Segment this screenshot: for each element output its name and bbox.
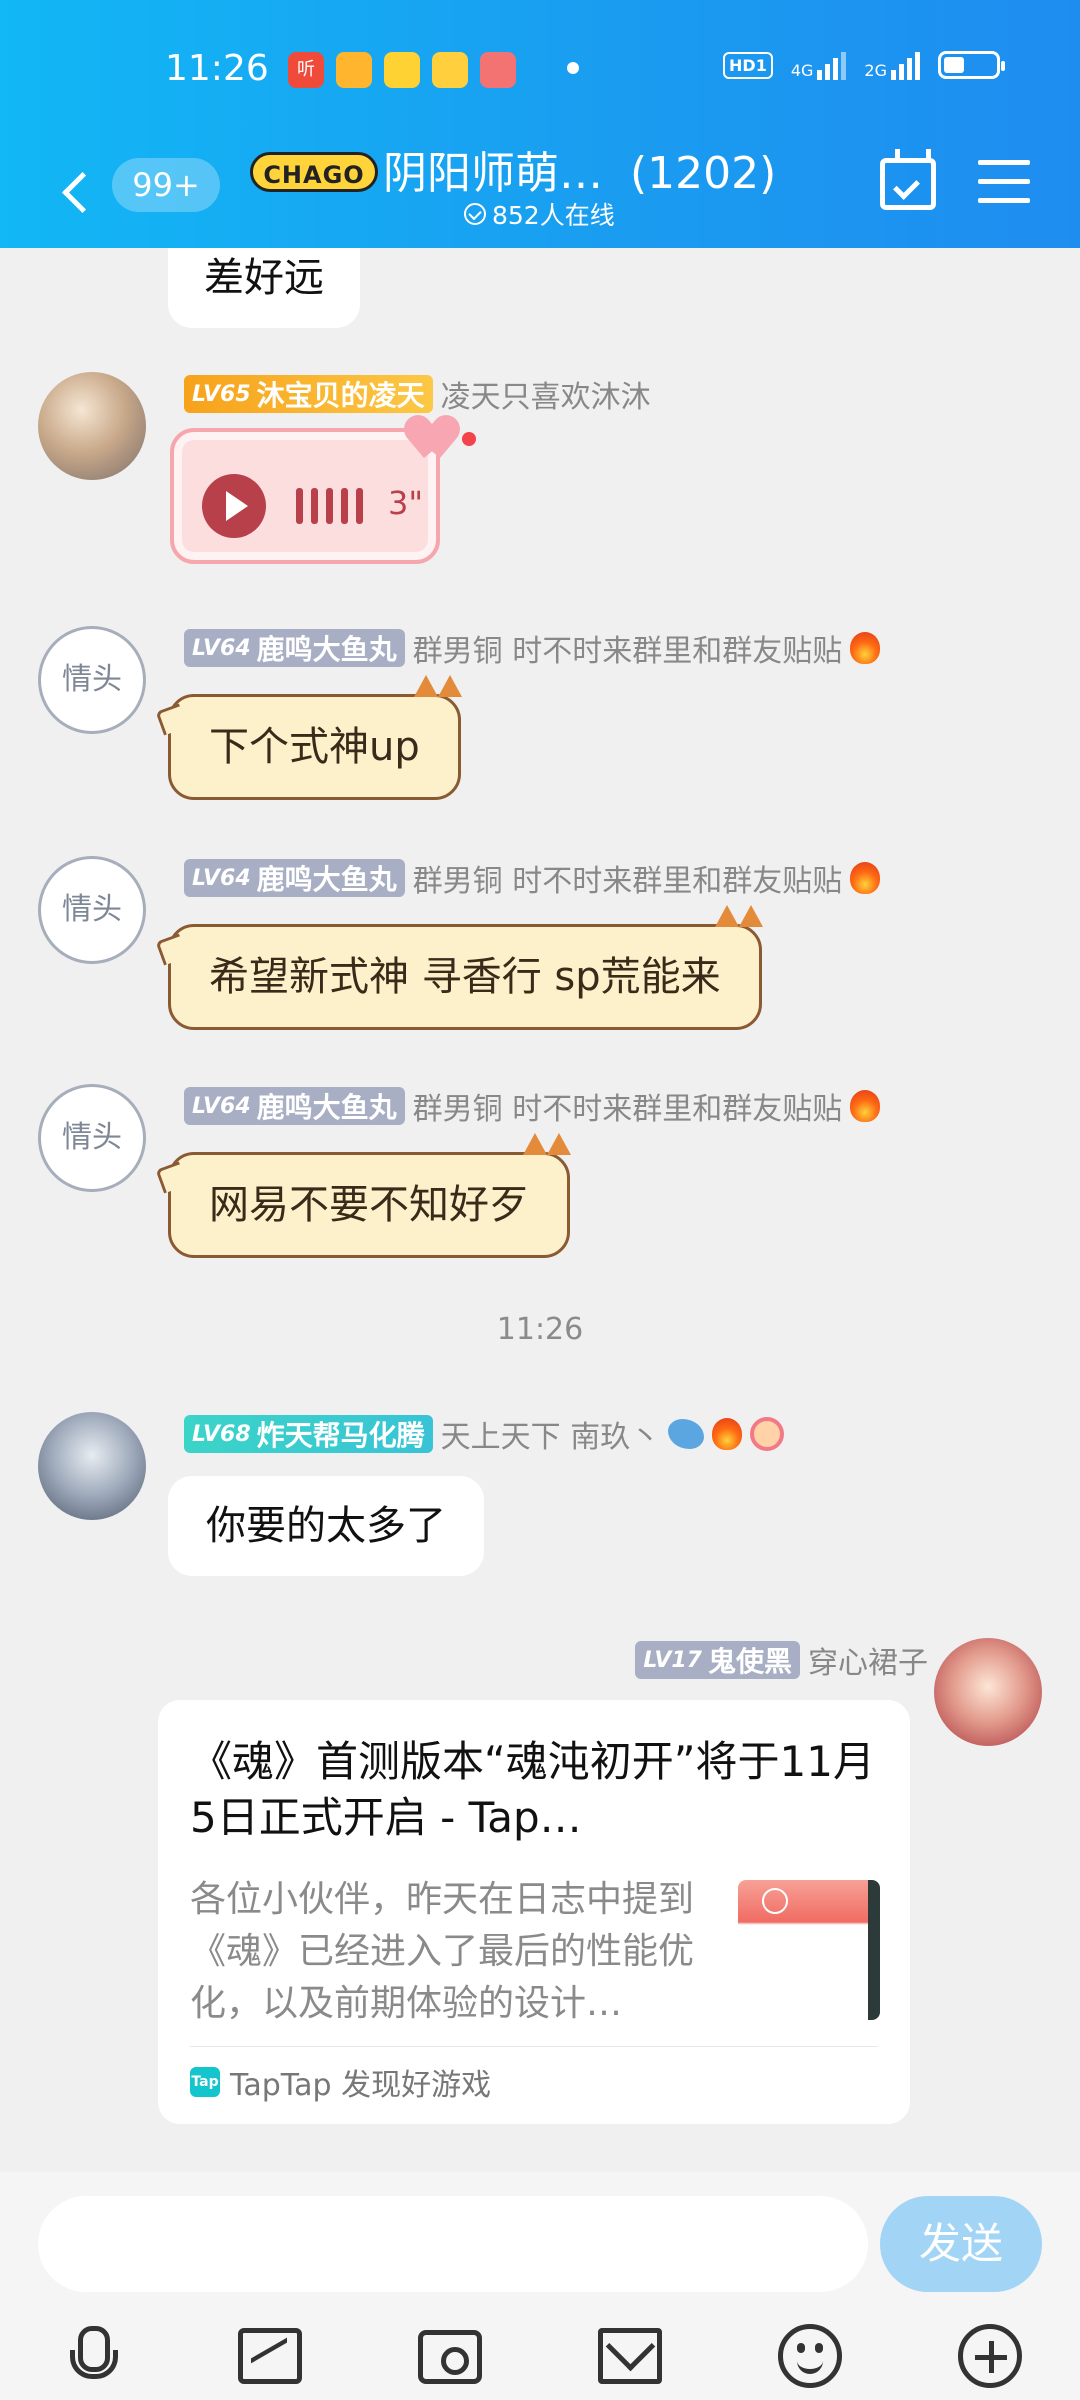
link-share-card[interactable]: 《魂》首测版本“魂沌初开”将于11月5日正式开启 - Tap… 各位小伙伴，昨天… xyxy=(158,1700,910,2124)
plus-icon[interactable] xyxy=(958,2324,1022,2388)
dragon-icon xyxy=(668,1419,705,1449)
card-source-label: TapTap 发现好游戏 xyxy=(230,2068,492,2103)
message-bubble[interactable]: 下个式神up xyxy=(168,675,462,800)
unplayed-dot xyxy=(462,432,476,446)
voice-duration: 3" xyxy=(388,484,424,522)
level-badge: LV64 鹿鸣大鱼丸 xyxy=(184,1087,405,1125)
fire-icon xyxy=(850,862,881,894)
system-indicators: HD1 4G 2G xyxy=(723,50,1005,80)
sender-meta: LV64 鹿鸣大鱼丸 群男铜 时不时来群里和群友贴贴 xyxy=(184,626,881,670)
cat-ears-icon xyxy=(517,1133,573,1163)
level-badge: LV17 鬼使黑 xyxy=(635,1641,800,1679)
photo-icon[interactable] xyxy=(238,2328,302,2384)
message-text: 希望新式神 寻香行 sp荒能来 xyxy=(209,954,721,1000)
message-bubble[interactable]: 你要的太多了 xyxy=(168,1476,484,1576)
group-logo: CHAGO xyxy=(250,152,378,192)
sender-meta: LV64 鹿鸣大鱼丸 群男铜 时不时来群里和群友贴贴 xyxy=(184,1084,881,1128)
sender-meta: LV17 鬼使黑 穿心裙子 xyxy=(635,1638,928,1682)
card-description: 各位小伙伴，昨天在日志中提到《魂》已经进入了最后的性能优化，以及前期体验的设计… xyxy=(190,1879,695,2024)
status-bar: 11:26 听 HD1 4G 2G xyxy=(0,0,1080,140)
sender-nickname[interactable]: 鹿鸣大鱼丸 xyxy=(257,1086,397,1126)
avatar[interactable]: 情头 xyxy=(38,1084,146,1192)
fire-icon xyxy=(850,1090,881,1122)
input-toolbar xyxy=(0,2324,1080,2400)
message-text: 下个式神up xyxy=(209,724,420,770)
signal-4g-icon: 4G xyxy=(791,50,847,80)
app-icon xyxy=(336,52,372,88)
card-source: Tap TapTap 发现好游戏 xyxy=(190,2060,491,2104)
menu-icon[interactable] xyxy=(978,160,1030,204)
message-bubble[interactable]: 差好远 xyxy=(168,248,360,328)
avatar[interactable]: 情头 xyxy=(38,626,146,734)
avatar[interactable] xyxy=(38,1412,146,1520)
ting-icon: 听 xyxy=(288,52,324,88)
card-divider xyxy=(190,2046,878,2047)
sender-title: 凌天只喜欢沐沐 xyxy=(440,380,651,415)
timestamp: 11:26 xyxy=(496,1312,584,1347)
online-count: 852人在线 xyxy=(492,201,615,230)
hd-icon: HD1 xyxy=(723,51,773,79)
sender-title: 群男铜 时不时来群里和群友贴贴 xyxy=(412,864,843,899)
chat-header: 11:26 听 HD1 4G 2G 99+ CHAGO 阴阳师萌… (1202)… xyxy=(0,0,1080,248)
message-bubble[interactable]: 网易不要不知好歹 xyxy=(168,1133,571,1258)
avatar[interactable]: 情头 xyxy=(38,856,146,964)
level-badge: LV64 鹿鸣大鱼丸 xyxy=(184,859,405,897)
input-bar: 发送 xyxy=(0,2172,1080,2400)
nav-bar: 99+ CHAGO 阴阳师萌… (1202) 852人在线 xyxy=(0,140,1080,248)
cat-ears-icon xyxy=(709,905,765,935)
waveform-icon xyxy=(296,488,363,524)
status-time: 11:26 xyxy=(165,48,269,89)
red-packet-icon[interactable] xyxy=(598,2328,662,2384)
message-bubble[interactable]: 希望新式神 寻香行 sp荒能来 xyxy=(168,905,763,1030)
member-count[interactable]: (1202) xyxy=(630,140,776,208)
avatar[interactable] xyxy=(934,1638,1042,1746)
level-badge: LV64 鹿鸣大鱼丸 xyxy=(184,629,405,667)
fire-icon xyxy=(712,1418,743,1450)
online-check-icon xyxy=(464,203,486,225)
online-status: 852人在线 xyxy=(464,196,615,232)
smile-face-icon xyxy=(750,1417,785,1451)
sender-title: 群男铜 时不时来群里和群友贴贴 xyxy=(412,1092,843,1127)
signal-2g-icon: 2G xyxy=(864,50,920,80)
wallet-icon xyxy=(432,52,468,88)
play-icon[interactable] xyxy=(202,474,266,538)
fire-icon xyxy=(850,632,881,664)
cat-ears-icon xyxy=(408,675,464,705)
camera-icon[interactable] xyxy=(418,2330,482,2384)
level-badge: LV68 炸天帮马化腾 xyxy=(184,1415,433,1453)
sender-nickname[interactable]: 沐宝贝的凌天 xyxy=(257,374,425,414)
taptap-icon: Tap xyxy=(190,2067,220,2097)
chat-area[interactable]: 差好远 LV65 沐宝贝的凌天 凌天只喜欢沐沐 3" 情头 LV64 鹿鸣大鱼丸… xyxy=(0,248,1080,2172)
sender-title: 天上天下 南玖丶 xyxy=(440,1420,661,1455)
sender-meta: LV64 鹿鸣大鱼丸 群男铜 时不时来群里和群友贴贴 xyxy=(184,856,881,900)
back-icon[interactable] xyxy=(58,162,98,222)
yuanmeng-icon xyxy=(384,52,420,88)
sender-meta: LV65 沐宝贝的凌天 凌天只喜欢沐沐 xyxy=(184,372,651,416)
battery-icon xyxy=(938,51,1005,79)
sender-nickname[interactable]: 鹿鸣大鱼丸 xyxy=(257,628,397,668)
send-button[interactable]: 发送 xyxy=(880,2196,1042,2292)
sender-title: 群男铜 时不时来群里和群友贴贴 xyxy=(412,634,843,669)
calendar-check-icon[interactable] xyxy=(880,149,936,210)
voice-message[interactable]: 3" xyxy=(170,428,440,564)
more-notifications-dot xyxy=(567,62,579,74)
sender-meta: LV68 炸天帮马化腾 天上天下 南玖丶 xyxy=(184,1412,785,1456)
avatar[interactable] xyxy=(38,372,146,480)
emoji-icon[interactable] xyxy=(778,2324,842,2388)
card-title: 《魂》首测版本“魂沌初开”将于11月5日正式开启 - Tap… xyxy=(190,1737,875,1842)
bow-icon xyxy=(412,418,464,462)
level-badge: LV65 沐宝贝的凌天 xyxy=(184,375,433,413)
card-thumbnail xyxy=(738,1880,880,2020)
message-input[interactable] xyxy=(38,2196,868,2292)
message-text: 网易不要不知好歹 xyxy=(209,1182,529,1228)
unread-count-badge[interactable]: 99+ xyxy=(112,158,220,212)
sender-nickname[interactable]: 炸天帮马化腾 xyxy=(257,1414,425,1454)
notification-icons: 听 xyxy=(288,52,516,88)
sender-title: 穿心裙子 xyxy=(808,1646,928,1681)
mic-icon[interactable] xyxy=(58,2324,122,2388)
sender-nickname[interactable]: 鹿鸣大鱼丸 xyxy=(257,858,397,898)
sender-nickname[interactable]: 鬼使黑 xyxy=(708,1640,792,1680)
game-icon xyxy=(480,52,516,88)
